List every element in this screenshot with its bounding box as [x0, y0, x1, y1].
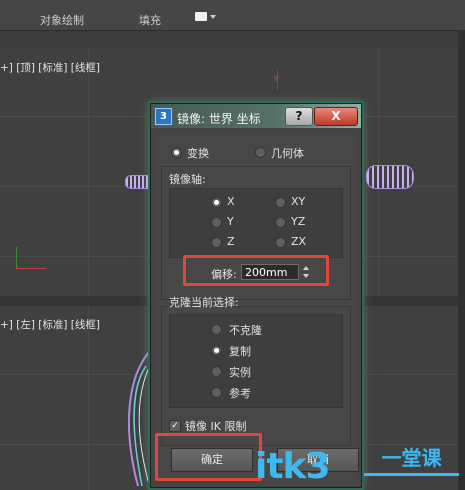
- y-axis-label: y: [274, 73, 279, 82]
- close-button[interactable]: X: [314, 107, 358, 126]
- viewport-label[interactable]: +] [顶] [标准] [线框]: [0, 60, 100, 75]
- offset-input[interactable]: 200mm: [241, 264, 299, 280]
- axis-x-label[interactable]: X: [227, 195, 235, 208]
- mirror-axis-heading: 镜像轴:: [169, 173, 206, 186]
- offset-spinner[interactable]: [302, 264, 310, 280]
- radio-axis-yz[interactable]: [275, 217, 286, 228]
- axis-zx-label[interactable]: ZX: [291, 235, 306, 248]
- radio-copy[interactable]: [211, 345, 222, 356]
- no-clone-label[interactable]: 不克隆: [229, 322, 262, 338]
- viewport-right-border: [458, 30, 465, 490]
- offset-label: 偏移:: [211, 268, 237, 281]
- radio-axis-x[interactable]: [211, 197, 222, 208]
- help-button[interactable]: ?: [285, 107, 313, 126]
- radio-axis-z[interactable]: [211, 237, 222, 248]
- copy-label[interactable]: 复制: [229, 343, 251, 359]
- grid-line: [88, 48, 89, 296]
- clone-selection-heading: 克隆当前选择:: [169, 296, 239, 309]
- menu-object-paint[interactable]: 对象绘制: [40, 12, 84, 28]
- watermark-subtitle: 一堂课: [381, 446, 442, 470]
- radio-axis-zx[interactable]: [275, 237, 286, 248]
- axis-yz-label[interactable]: YZ: [291, 215, 305, 228]
- ok-button[interactable]: 确定: [171, 448, 253, 472]
- geometry-label[interactable]: 几何体: [271, 145, 304, 161]
- axis-gizmo-icon: [14, 243, 48, 273]
- axis-y-label[interactable]: Y: [227, 215, 234, 228]
- chevron-down-icon: [210, 15, 216, 19]
- app-icon: 3: [155, 108, 172, 125]
- mirror-ik-checkbox[interactable]: ✓: [169, 420, 181, 432]
- axis-xy-label[interactable]: XY: [291, 195, 305, 208]
- radio-axis-y[interactable]: [211, 217, 222, 228]
- mirror-dialog: 3 镜像: 世界 坐标 ? X 变换 几何体 镜像轴: X Y Z XY YZ …: [150, 103, 362, 488]
- instance-label[interactable]: 实例: [229, 364, 251, 380]
- radio-axis-xy[interactable]: [275, 197, 286, 208]
- dialog-title: 镜像: 世界 坐标: [177, 112, 261, 126]
- radio-instance[interactable]: [211, 366, 222, 377]
- display-icon: [195, 12, 207, 21]
- menu-fill[interactable]: 填充: [139, 12, 161, 28]
- watermark-logo: itk3: [255, 446, 331, 487]
- watermark-underline: [364, 473, 459, 476]
- radio-reference[interactable]: [211, 387, 222, 398]
- reference-label[interactable]: 参考: [229, 385, 251, 401]
- dialog-body: 变换 几何体 镜像轴: X Y Z XY YZ ZX 偏移: 200mm 克隆当…: [157, 134, 359, 481]
- mirrored-object[interactable]: [366, 165, 414, 189]
- transform-label[interactable]: 变换: [187, 145, 209, 161]
- menu-bar: 对象绘制 填充: [0, 0, 465, 31]
- mirror-ik-label[interactable]: 镜像 IK 限制: [185, 418, 246, 434]
- radio-no-clone[interactable]: [211, 324, 222, 335]
- selected-object[interactable]: [125, 175, 153, 189]
- axis-options-panel: [169, 188, 343, 258]
- radio-geometry[interactable]: [255, 147, 266, 158]
- dialog-titlebar[interactable]: 3 镜像: 世界 坐标 ? X: [151, 104, 361, 128]
- display-dropdown[interactable]: [195, 12, 217, 22]
- radio-transform[interactable]: [171, 147, 182, 158]
- axis-z-label[interactable]: Z: [227, 235, 235, 248]
